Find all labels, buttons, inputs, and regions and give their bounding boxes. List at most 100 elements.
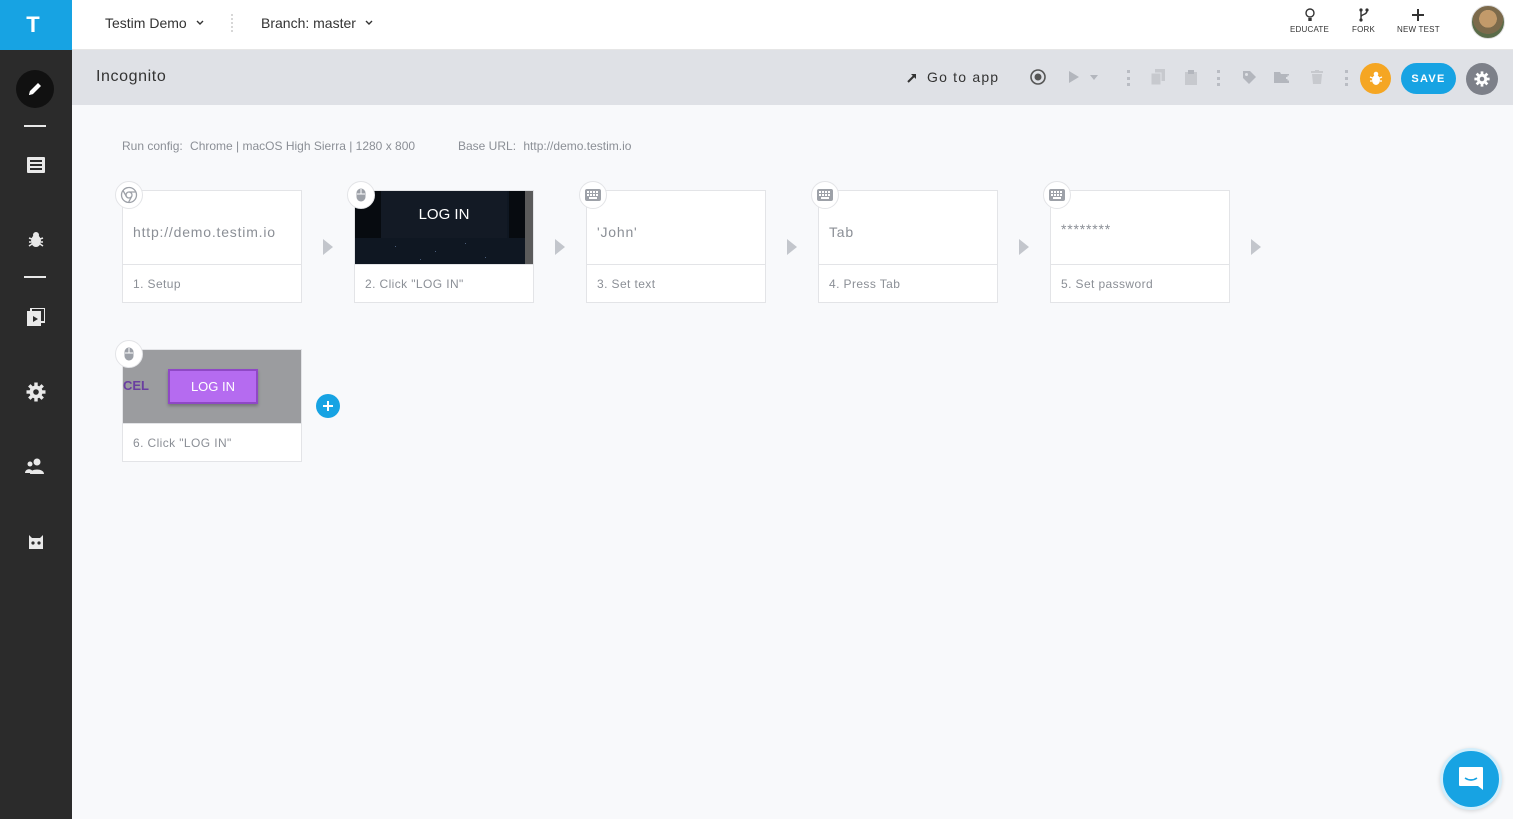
screenshot-login-button: LOG IN [168,369,258,404]
suites-icon [27,308,45,326]
branch-selector[interactable]: Branch: master [261,15,373,31]
toolbar-divider [1127,70,1130,86]
test-step[interactable]: Tab 4. Press Tab [818,190,998,303]
base-url-value: http://demo.testim.io [523,139,632,153]
test-step[interactable]: LOG IN 2. Click "LOG IN" [354,190,534,303]
base-url-label: Base URL: [458,139,517,153]
test-step[interactable]: CEL LOG IN 6. Click "LOG IN" [122,349,302,462]
top-bar: Testim Demo Branch: master EDUCATE FORK … [72,0,1513,50]
bug-icon [28,232,44,247]
step-arrow [323,239,333,255]
screenshot-star [395,246,396,247]
step-type-badge [115,340,143,368]
step-preview: CEL LOG IN [123,350,301,424]
run-config[interactable]: Run config: Chrome | macOS High Sierra |… [122,139,415,153]
fork-button[interactable]: FORK [1352,8,1375,34]
educate-label: EDUCATE [1290,25,1330,34]
run-button[interactable] [1063,66,1085,88]
team-nav-button[interactable] [0,446,72,486]
external-arrow-icon [907,73,916,83]
editor-nav-button[interactable] [16,70,54,108]
topbar-divider [231,14,233,32]
add-to-folder-button[interactable] [1271,66,1293,88]
labels-button[interactable] [1238,66,1260,88]
bug-report-button[interactable] [1360,63,1391,94]
user-avatar[interactable] [1471,5,1505,39]
toolbar-divider [1217,70,1220,86]
chrome-icon [120,186,138,204]
plus-icon [1412,9,1425,21]
step-preview: LOG IN [355,191,533,265]
tag-icon [1242,70,1256,84]
paste-button[interactable] [1180,66,1202,88]
bugs-nav-button[interactable] [0,220,72,260]
clipboard-icon [1185,69,1197,85]
copy-button[interactable] [1147,66,1169,88]
delete-button[interactable] [1306,66,1328,88]
list-icon [27,157,45,173]
chat-support-button[interactable] [1440,748,1502,810]
run-config-label: Run config: [122,139,183,153]
screenshot-star [435,251,436,252]
test-name[interactable]: Incognito [96,68,166,86]
educate-button[interactable]: EDUCATE [1290,8,1329,34]
save-button[interactable]: SAVE [1401,63,1456,94]
step-label: 3. Set text [597,277,656,291]
go-to-app-button[interactable]: Go to app [907,69,999,85]
folder-plus-icon [1273,72,1291,83]
step-screenshot: LOG IN [355,191,533,264]
step-preview-text: 'John' [597,224,638,240]
project-selector[interactable]: Testim Demo [105,15,204,31]
step-type-badge [115,181,143,209]
chat-icon [1459,767,1483,790]
settings-nav-button[interactable] [0,372,72,412]
suites-nav-button[interactable] [0,297,72,337]
step-label: 5. Set password [1061,277,1154,291]
screenshot-star [485,257,486,258]
base-url[interactable]: Base URL: http://demo.testim.io [458,139,631,153]
run-options-dropdown[interactable] [1088,66,1100,88]
step-preview-text: ******** [1061,221,1111,237]
keyboard-icon [817,189,833,201]
mouse-icon [124,347,134,361]
screenshot-login-button: LOG IN [381,191,507,238]
project-name: Testim Demo [105,15,187,31]
tests-list-nav-button[interactable] [0,145,72,185]
mouse-icon [356,188,366,202]
bug-icon [1369,71,1382,85]
lightbulb-icon [1304,8,1315,21]
step-screenshot: CEL LOG IN [123,350,301,423]
screenshot-star [465,243,466,244]
chevron-down-icon [196,20,204,25]
test-step[interactable]: ******** 5. Set password [1050,190,1230,303]
step-arrow [555,239,565,255]
sidebar-divider [24,276,46,278]
test-step[interactable]: http://demo.testim.io 1. Setup [122,190,302,303]
keyboard-icon [585,189,601,201]
team-icon [25,458,44,474]
step-arrow [1019,239,1029,255]
test-step[interactable]: 'John' 3. Set text [586,190,766,303]
step-label: 6. Click "LOG IN" [133,436,232,450]
chevron-down-icon [365,20,373,25]
record-button[interactable] [1027,66,1049,88]
branch-name: Branch: master [261,15,356,31]
add-step-button[interactable] [316,394,340,418]
new-test-button[interactable]: NEW TEST [1397,8,1440,34]
step-preview: ******** [1051,191,1229,265]
testim-logo[interactable]: T [0,0,72,50]
step-type-badge [579,181,607,209]
test-settings-button[interactable] [1466,63,1498,95]
new-test-label: NEW TEST [1397,25,1440,34]
screenshot-edge [509,191,525,238]
screenshot-star [420,259,421,260]
test-toolbar: Incognito Go to app SAVE [72,50,1513,105]
trash-icon [1311,70,1323,84]
step-type-badge [1043,181,1071,209]
step-type-badge [347,181,375,209]
incognito-nav-button[interactable] [0,522,72,562]
mask-icon [29,535,43,549]
copy-icon [1151,69,1165,85]
go-to-app-label: Go to app [927,69,1000,85]
step-preview-text: http://demo.testim.io [133,224,276,240]
